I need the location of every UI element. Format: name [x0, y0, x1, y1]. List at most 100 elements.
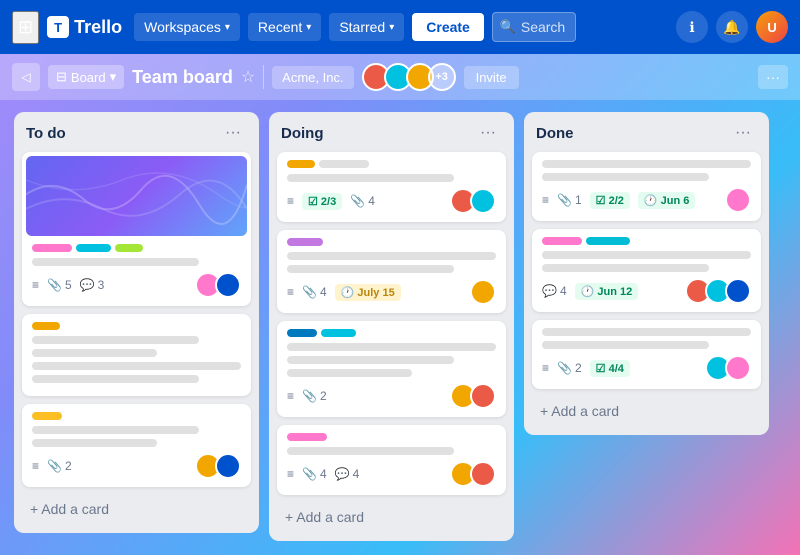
star-button[interactable]: ☆ — [241, 67, 255, 87]
card-avatar-2 — [470, 188, 496, 214]
column-todo-title: To do — [26, 125, 66, 142]
notifications-button[interactable]: 🔔 — [716, 11, 748, 43]
user-avatar[interactable]: U — [756, 11, 788, 43]
invite-button[interactable]: Invite — [464, 66, 519, 89]
column-done: Done ··· ≡ 📎1 ☑ 2/2 🕐 Jun 6 — [524, 112, 769, 435]
card-done-2[interactable]: 💬4 🕐 Jun 12 — [532, 229, 761, 312]
card-avatar-2 — [215, 453, 241, 479]
workspace-tag[interactable]: Acme, Inc. — [272, 66, 353, 89]
card-meta: 💬4 🕐 Jun 12 — [542, 283, 638, 300]
more-options-button[interactable]: ··· — [758, 65, 788, 89]
card-avatars — [470, 279, 496, 305]
label-yellow — [32, 322, 60, 330]
card-meta: ≡ 📎5 💬3 — [32, 278, 104, 292]
card-avatar-1 — [725, 187, 751, 213]
card-footer: ≡ 📎4 🕐 July 15 — [287, 279, 496, 305]
card-avatars — [725, 187, 751, 213]
card-avatars — [685, 278, 751, 304]
card-footer: ≡ ☑ 2/3 📎4 — [287, 188, 496, 214]
card-avatar-2 — [470, 461, 496, 487]
label-purple — [287, 238, 323, 246]
card-text-line — [32, 336, 199, 344]
card-labels — [542, 237, 751, 245]
column-doing-menu[interactable]: ··· — [474, 122, 502, 144]
card-meta: ≡ 📎4 🕐 July 15 — [287, 284, 401, 301]
comments-meta: 💬3 — [80, 278, 105, 292]
card-avatars — [195, 272, 241, 298]
column-done-header: Done ··· — [532, 122, 761, 144]
card-done-1[interactable]: ≡ 📎1 ☑ 2/2 🕐 Jun 6 — [532, 152, 761, 221]
attachments-meta: 📎4 — [302, 285, 327, 299]
card-todo-1[interactable]: ≡ 📎5 💬3 — [22, 152, 251, 306]
chevron-down-icon: ▾ — [225, 22, 230, 33]
trello-logo[interactable]: T Trello — [47, 16, 122, 38]
comments-meta: 💬4 — [335, 467, 360, 481]
create-button[interactable]: Create — [412, 13, 484, 41]
board-view-icon: ⊟ — [56, 69, 67, 85]
checklist-badge: ☑ 2/3 — [302, 193, 342, 210]
column-doing: Doing ··· ≡ ☑ 2/3 📎4 — [269, 112, 514, 541]
label-pink — [32, 244, 72, 252]
card-labels — [287, 160, 496, 168]
label-pink — [542, 237, 582, 245]
card-footer: ≡ 📎4 💬4 — [287, 461, 496, 487]
card-text-line-accent — [32, 412, 62, 420]
card-doing-2[interactable]: ≡ 📎4 🕐 July 15 — [277, 230, 506, 313]
info-button[interactable]: ℹ — [676, 11, 708, 43]
board-header: ◁ ⊟ Board ▾ Team board ☆ Acme, Inc. +3 I… — [0, 54, 800, 100]
add-card-button-doing[interactable]: + Add a card — [277, 503, 506, 531]
member-count-badge[interactable]: +3 — [428, 63, 456, 91]
attachments-meta: 📎2 — [557, 361, 582, 375]
column-done-menu[interactable]: ··· — [729, 122, 757, 144]
label-green — [115, 244, 143, 252]
card-labels — [287, 238, 496, 246]
card-avatar-2 — [725, 355, 751, 381]
date-badge: 🕐 Jun 6 — [638, 192, 695, 209]
card-avatar-2 — [470, 383, 496, 409]
card-text-line — [542, 264, 709, 272]
label-cyan — [321, 329, 356, 337]
description-icon: ≡ — [32, 459, 39, 473]
card-avatar-3 — [725, 278, 751, 304]
board-title: Team board — [132, 67, 233, 88]
search-input[interactable] — [492, 12, 576, 42]
card-avatars — [195, 453, 241, 479]
card-done-3[interactable]: ≡ 📎2 ☑ 4/4 — [532, 320, 761, 389]
card-meta: ≡ 📎4 💬4 — [287, 467, 359, 481]
column-todo-menu[interactable]: ··· — [219, 122, 247, 144]
card-labels — [32, 322, 241, 330]
starred-button[interactable]: Starred ▾ — [329, 13, 404, 41]
workspaces-button[interactable]: Workspaces ▾ — [134, 13, 240, 41]
label-gray — [319, 160, 369, 168]
column-doing-title: Doing — [281, 125, 324, 142]
column-doing-header: Doing ··· — [277, 122, 506, 144]
add-card-button-todo[interactable]: + Add a card — [22, 495, 251, 523]
label-teal — [586, 237, 630, 245]
card-footer: 💬4 🕐 Jun 12 — [542, 278, 751, 304]
card-labels — [287, 329, 496, 337]
attachments-meta: 📎4 — [350, 194, 375, 208]
card-text-line — [287, 447, 454, 455]
card-meta: ≡ 📎2 ☑ 4/4 — [542, 360, 630, 377]
card-text-line — [32, 375, 199, 383]
card-image — [26, 156, 247, 236]
card-avatars — [450, 188, 496, 214]
card-doing-1[interactable]: ≡ ☑ 2/3 📎4 — [277, 152, 506, 222]
card-meta: ≡ 📎1 ☑ 2/2 🕐 Jun 6 — [542, 192, 695, 209]
description-icon: ≡ — [287, 467, 294, 481]
card-text-line — [32, 349, 157, 357]
sidebar-toggle-button[interactable]: ◁ — [12, 63, 40, 91]
chevron-down-icon: ▾ — [306, 22, 311, 33]
recent-button[interactable]: Recent ▾ — [248, 13, 321, 41]
card-todo-3[interactable]: ≡ 📎2 — [22, 404, 251, 487]
board-view-button[interactable]: ⊟ Board ▾ — [48, 65, 124, 89]
card-text-line — [287, 265, 454, 273]
grid-menu-button[interactable]: ⊞ — [12, 11, 39, 44]
card-doing-3[interactable]: ≡ 📎2 — [277, 321, 506, 417]
card-todo-2[interactable] — [22, 314, 251, 396]
add-card-button-done[interactable]: + Add a card — [532, 397, 761, 425]
card-avatar-2 — [215, 272, 241, 298]
column-todo-header: To do ··· — [22, 122, 251, 144]
card-doing-4[interactable]: ≡ 📎4 💬4 — [277, 425, 506, 495]
column-todo: To do ··· ≡ 📎5 — [14, 112, 259, 533]
